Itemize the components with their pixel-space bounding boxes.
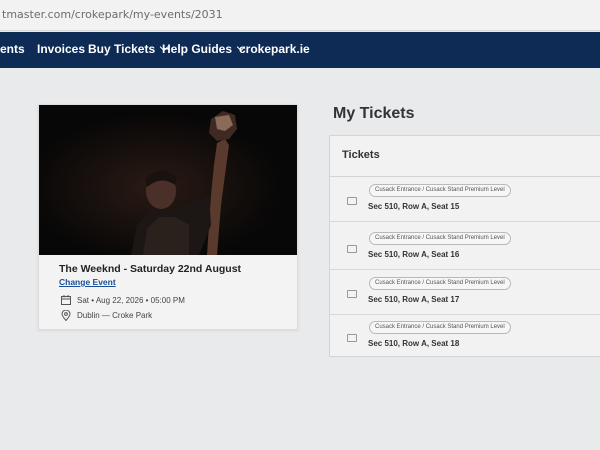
event-card: The Weeknd - Saturday 22nd August Change… xyxy=(38,104,298,330)
seat-label: Sec 510, Row A, Seat 15 xyxy=(368,202,460,211)
event-datetime-row: Sat • Aug 22, 2026 • 05:00 PM xyxy=(61,295,185,305)
nav-item-help-guides[interactable]: Help Guides xyxy=(162,42,246,56)
top-nav: ents Invoices Buy Tickets Help Guides cr… xyxy=(0,32,600,68)
browser-address-bar[interactable]: tmaster.com/crokepark/my-events/2031 xyxy=(0,0,600,31)
performer-photo xyxy=(39,105,297,255)
seat-label: Sec 510, Row A, Seat 16 xyxy=(368,250,460,259)
ticket-icon xyxy=(347,290,357,298)
ticket-row[interactable]: Cusack Entrance / Cusack Stand Premium L… xyxy=(330,177,600,222)
event-title: The Weeknd - Saturday 22nd August xyxy=(59,263,242,275)
event-image xyxy=(39,105,297,255)
page-title: My Tickets xyxy=(333,105,415,122)
entrance-badge: Cusack Entrance / Cusack Stand Premium L… xyxy=(369,277,511,290)
entrance-badge: Cusack Entrance / Cusack Stand Premium L… xyxy=(369,321,511,334)
seat-label: Sec 510, Row A, Seat 18 xyxy=(368,339,460,348)
nav-item-crokepark[interactable]: crokepark.ie xyxy=(239,42,310,56)
nav-item-buy-tickets[interactable]: Buy Tickets xyxy=(88,42,169,56)
tickets-panel: Tickets Cusack Entrance / Cusack Stand P… xyxy=(329,135,600,357)
nav-item-invoices[interactable]: Invoices xyxy=(37,42,85,56)
entrance-badge: Cusack Entrance / Cusack Stand Premium L… xyxy=(369,232,511,245)
ticket-row[interactable]: Cusack Entrance / Cusack Stand Premium L… xyxy=(330,225,600,270)
seat-label: Sec 510, Row A, Seat 17 xyxy=(368,295,460,304)
url-text[interactable]: tmaster.com/crokepark/my-events/2031 xyxy=(2,8,223,21)
event-venue-row: Dublin — Croke Park xyxy=(61,310,152,321)
location-pin-icon xyxy=(61,310,71,321)
ticket-icon xyxy=(347,197,357,205)
ticket-row[interactable]: Cusack Entrance / Cusack Stand Premium L… xyxy=(330,314,600,358)
calendar-icon xyxy=(61,295,71,305)
entrance-badge: Cusack Entrance / Cusack Stand Premium L… xyxy=(369,184,511,197)
change-event-link[interactable]: Change Event xyxy=(59,277,116,287)
ticket-icon xyxy=(347,334,357,342)
event-venue: Dublin — Croke Park xyxy=(77,311,153,320)
nav-item-events[interactable]: ents xyxy=(0,42,25,56)
event-datetime: Sat • Aug 22, 2026 • 05:00 PM xyxy=(77,295,185,305)
tickets-panel-title: Tickets xyxy=(342,149,380,161)
tickets-panel-header: Tickets xyxy=(330,136,600,177)
ticket-row[interactable]: Cusack Entrance / Cusack Stand Premium L… xyxy=(330,270,600,315)
ticket-icon xyxy=(347,245,357,253)
